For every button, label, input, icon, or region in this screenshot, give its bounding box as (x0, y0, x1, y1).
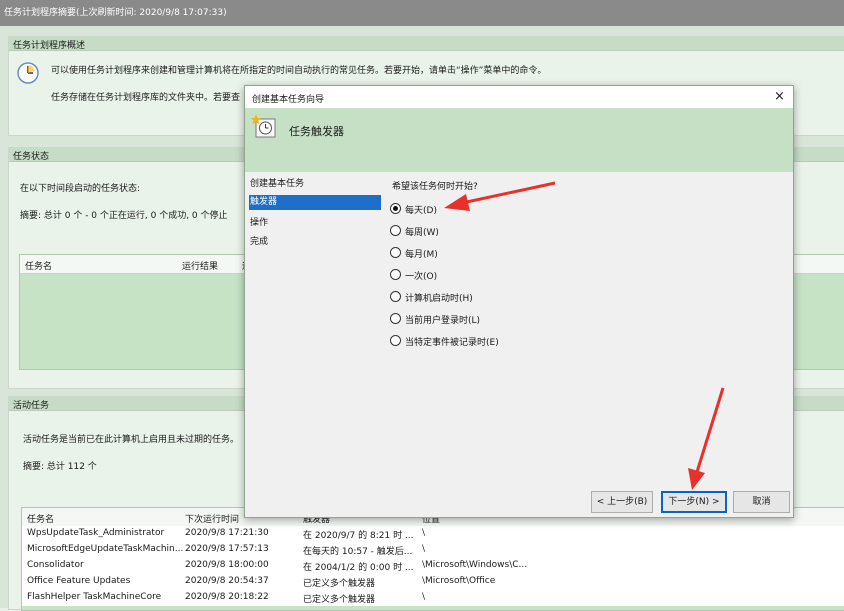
arrow-to-next-button (688, 387, 725, 490)
annotation-arrows (444, 181, 725, 490)
arrow-to-daily-option (444, 181, 556, 211)
